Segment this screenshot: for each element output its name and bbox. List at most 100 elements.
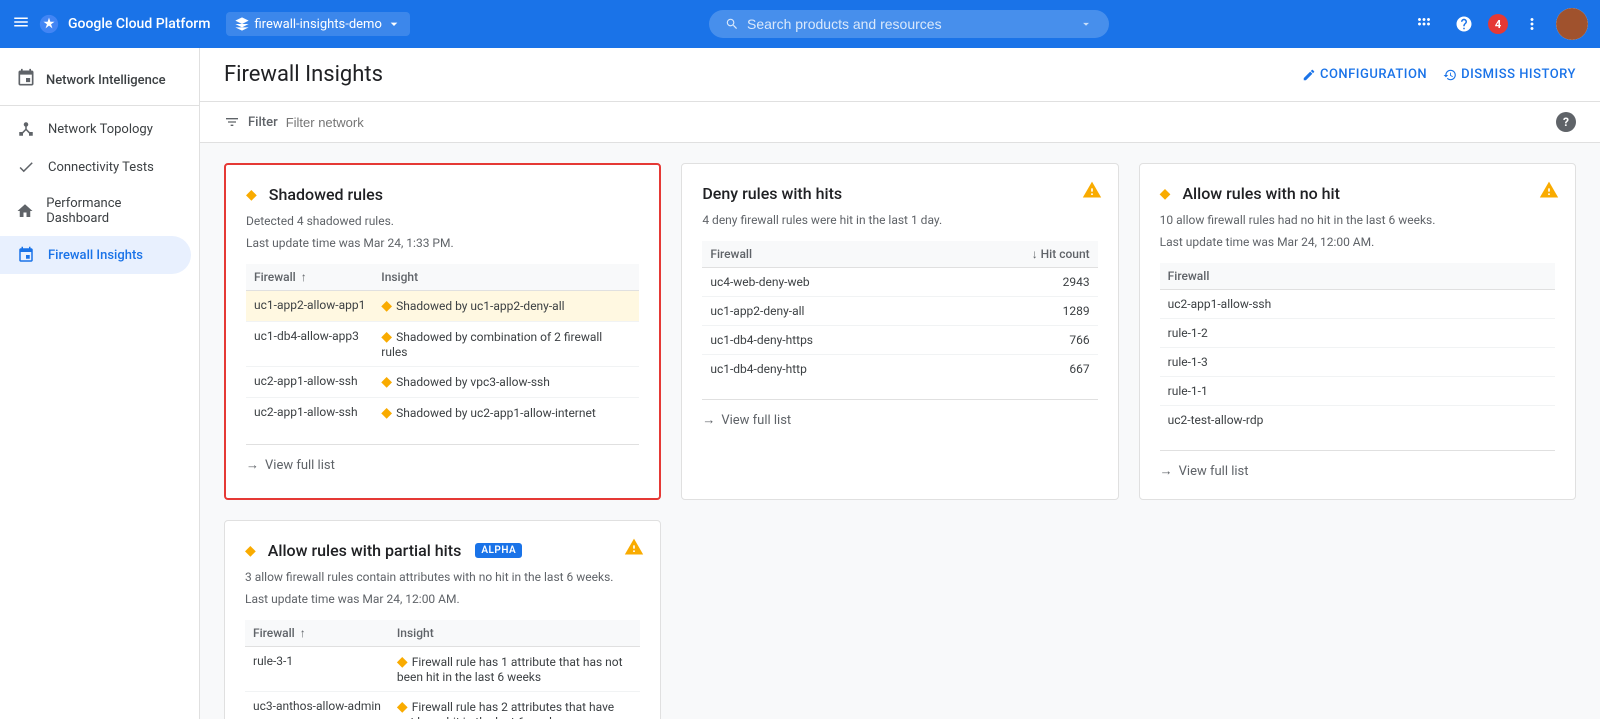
col-insight: Insight <box>389 620 640 647</box>
insight-cell: ◆Shadowed by uc1-app2-deny-all <box>373 291 639 322</box>
topbar-right-actions: 4 <box>1408 8 1588 40</box>
allow-no-hit-card: ◆ Allow rules with no hit 10 allow firew… <box>1139 163 1576 500</box>
page-title: Firewall Insights <box>224 62 383 87</box>
firewall-insights-icon <box>16 246 36 264</box>
card-title-row: Deny rules with hits <box>702 184 1097 203</box>
table-row: rule-3-1 ◆Firewall rule has 1 attribute … <box>245 647 640 692</box>
table-row: uc1-db4-allow-app3 ◆Shadowed by combinat… <box>246 322 639 367</box>
shadowed-rules-table: Firewall ↑ Insight uc1-app2-allow-app1 ◆… <box>246 264 639 428</box>
shadowed-icon: ◆ <box>246 187 257 203</box>
col-firewall: Firewall ↑ <box>245 620 389 647</box>
arrow-icon: → <box>246 457 259 473</box>
sort-icon[interactable]: ↑ <box>301 270 307 284</box>
insight-cell: ◆Shadowed by vpc3-allow-ssh <box>373 367 639 398</box>
cards-grid: ◆ Shadowed rules Detected 4 shadowed rul… <box>200 143 1600 719</box>
dismiss-history-label: DISMISS HISTORY <box>1461 67 1576 82</box>
allow-no-hit-view-full-list[interactable]: → View full list <box>1160 450 1555 479</box>
firewall-cell: uc2-test-allow-rdp <box>1160 406 1555 435</box>
filter-input[interactable] <box>286 115 462 130</box>
sidebar-item-label: Network Topology <box>48 122 153 137</box>
menu-icon[interactable] <box>12 13 30 35</box>
firewall-cell: rule-1-2 <box>1160 319 1555 348</box>
arrow-icon: → <box>702 412 715 428</box>
table-row: uc2-app1-allow-ssh ◆Shadowed by uc2-app1… <box>246 398 639 429</box>
user-avatar[interactable] <box>1556 8 1588 40</box>
main-actions: CONFIGURATION DISMISS HISTORY <box>1302 67 1576 82</box>
col-hitcount: ↓ Hit count <box>946 241 1098 268</box>
notifications-badge[interactable]: 4 <box>1488 14 1508 34</box>
sidebar-item-firewall-insights[interactable]: Firewall Insights <box>0 236 191 274</box>
insight-cell: ◆Firewall rule has 2 attributes that hav… <box>389 692 640 719</box>
firewall-cell: uc2-app1-allow-ssh <box>246 367 373 398</box>
firewall-cell: uc2-app1-allow-ssh <box>246 398 373 429</box>
filter-bar: Filter ? <box>200 102 1600 143</box>
main-header: Firewall Insights CONFIGURATION DISMISS … <box>200 48 1600 102</box>
configuration-label: CONFIGURATION <box>1320 67 1427 82</box>
allow-partial-warning-icon <box>624 537 644 562</box>
topbar-more-icon[interactable] <box>1516 8 1548 40</box>
network-topology-icon <box>16 120 36 138</box>
project-name: firewall-insights-demo <box>254 17 381 32</box>
topbar-help-icon[interactable] <box>1448 8 1480 40</box>
configuration-button[interactable]: CONFIGURATION <box>1302 67 1427 82</box>
firewall-cell: uc1-db4-deny-http <box>702 355 946 384</box>
sidebar-item-performance-dashboard[interactable]: Performance Dashboard <box>0 186 191 236</box>
hit-count-cell: 667 <box>946 355 1098 384</box>
sidebar: Network Intelligence Network Topology Co… <box>0 48 200 719</box>
deny-warning-icon <box>1082 180 1102 205</box>
allow-partial-title: Allow rules with partial hits <box>268 541 462 560</box>
deny-rules-table: Firewall ↓ Hit count uc4-web-deny-web 29… <box>702 241 1097 383</box>
firewall-cell: rule-1-3 <box>1160 348 1555 377</box>
sidebar-item-connectivity-tests[interactable]: Connectivity Tests <box>0 148 191 186</box>
allow-no-hit-subtitle-1: 10 allow firewall rules had no hit in th… <box>1160 211 1555 229</box>
allow-partial-hits-card: ◆ Allow rules with partial hits ALPHA 3 … <box>224 520 661 719</box>
main-content: Firewall Insights CONFIGURATION DISMISS … <box>200 48 1600 719</box>
sidebar-header-title: Network Intelligence <box>46 73 166 88</box>
help-icon[interactable]: ? <box>1556 112 1576 132</box>
firewall-cell: uc4-web-deny-web <box>702 268 946 297</box>
sidebar-item-label: Connectivity Tests <box>48 160 154 175</box>
topbar-apps-icon[interactable] <box>1408 8 1440 40</box>
firewall-cell: uc2-app1-allow-ssh <box>1160 290 1555 319</box>
sort-icon[interactable]: ↑ <box>300 626 306 640</box>
deny-view-full-list[interactable]: → View full list <box>702 399 1097 428</box>
table-row: rule-1-1 <box>1160 377 1555 406</box>
insight-cell: ◆Firewall rule has 1 attribute that has … <box>389 647 640 692</box>
deny-subtitle: 4 deny firewall rules were hit in the la… <box>702 211 1097 229</box>
search-bar[interactable] <box>709 10 1109 38</box>
hit-count-cell: 766 <box>946 326 1098 355</box>
dismiss-history-button[interactable]: DISMISS HISTORY <box>1443 67 1576 82</box>
hit-count-cell: 2943 <box>946 268 1098 297</box>
firewall-cell: uc3-anthos-allow-admin <box>245 692 389 719</box>
connectivity-tests-icon <box>16 158 36 176</box>
col-firewall: Firewall ↑ <box>246 264 373 291</box>
deny-rules-card: Deny rules with hits 4 deny firewall rul… <box>681 163 1118 500</box>
project-selector[interactable]: firewall-insights-demo <box>226 12 409 36</box>
sidebar-header: Network Intelligence <box>0 56 199 106</box>
allow-partial-subtitle-2: Last update time was Mar 24, 12:00 AM. <box>245 590 640 608</box>
shadowed-rules-title: Shadowed rules <box>269 185 383 204</box>
firewall-cell: uc1-db4-deny-https <box>702 326 946 355</box>
firewall-cell: rule-3-1 <box>245 647 389 692</box>
topbar: Google Cloud Platform firewall-insights-… <box>0 0 1600 48</box>
firewall-cell: uc1-db4-allow-app3 <box>246 322 373 367</box>
arrow-icon: → <box>1160 463 1173 479</box>
sidebar-item-label: Firewall Insights <box>48 248 143 263</box>
allow-no-hit-subtitle-2: Last update time was Mar 24, 12:00 AM. <box>1160 233 1555 251</box>
allow-no-hit-title: Allow rules with no hit <box>1182 184 1340 203</box>
shadowed-view-full-list[interactable]: → View full list <box>246 444 639 473</box>
allow-no-hit-table: Firewall uc2-app1-allow-sshrule-1-2rule-… <box>1160 263 1555 434</box>
firewall-cell: uc1-app2-allow-app1 <box>246 291 373 322</box>
allow-no-hit-warning-icon <box>1539 180 1559 205</box>
hit-count-cell: 1289 <box>946 297 1098 326</box>
alpha-badge: ALPHA <box>475 543 522 558</box>
sidebar-item-network-topology[interactable]: Network Topology <box>0 110 191 148</box>
col-insight: Insight <box>373 264 639 291</box>
table-row: uc2-test-allow-rdp <box>1160 406 1555 435</box>
filter-icon <box>224 114 240 130</box>
allow-partial-table: Firewall ↑ Insight rule-3-1 ◆Firewall ru… <box>245 620 640 719</box>
col-firewall: Firewall <box>1160 263 1555 290</box>
search-input[interactable] <box>747 16 1071 32</box>
insight-cell: ◆Shadowed by combination of 2 firewall r… <box>373 322 639 367</box>
sidebar-item-label: Performance Dashboard <box>46 196 175 226</box>
